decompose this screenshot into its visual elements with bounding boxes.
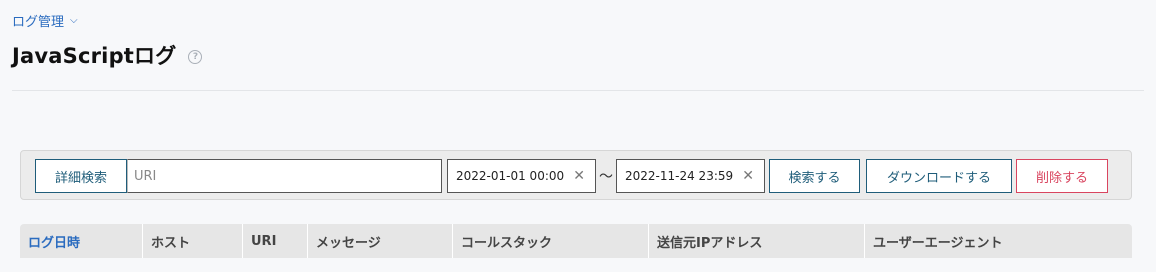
column-label: ユーザーエージェント — [873, 235, 1003, 251]
help-icon[interactable]: ? — [188, 50, 203, 64]
detail-search-button[interactable]: 詳細検索 — [35, 159, 127, 193]
table-header: ログ日時 ホスト URI メッセージ コールスタック 送信元IPアドレス ユーザ… — [20, 224, 1132, 258]
header-divider — [12, 90, 1144, 91]
range-separator: 〜 — [599, 169, 613, 185]
breadcrumb-label: ログ管理 — [12, 15, 65, 30]
date-from-field[interactable]: 2022-01-01 00:00 ✕ — [447, 159, 596, 193]
column-header-host[interactable]: ホスト — [143, 224, 243, 258]
uri-search-input[interactable] — [127, 159, 442, 193]
page-title: JavaScriptログ — [12, 44, 177, 68]
chevron-down-icon: ⌵ — [70, 15, 78, 26]
breadcrumb[interactable]: ログ管理 ⌵ — [12, 11, 78, 30]
column-header-uri[interactable]: URI — [243, 224, 308, 258]
search-panel: 詳細検索 2022-01-01 00:00 ✕ 〜 2022-11-24 23:… — [20, 150, 1132, 200]
column-label: 送信元IPアドレス — [657, 235, 763, 251]
column-label: ホスト — [151, 235, 191, 251]
column-header-source-ip[interactable]: 送信元IPアドレス — [649, 224, 865, 258]
search-button[interactable]: 検索する — [769, 159, 860, 193]
page-title-row: JavaScriptログ ? — [12, 40, 203, 70]
column-header-user-agent[interactable]: ユーザーエージェント — [865, 224, 1132, 258]
clear-icon[interactable]: ✕ — [573, 168, 585, 184]
column-label: メッセージ — [316, 235, 381, 251]
column-header-message[interactable]: メッセージ — [308, 224, 453, 258]
delete-button[interactable]: 削除する — [1016, 159, 1108, 193]
column-header-call-stack[interactable]: コールスタック — [453, 224, 649, 258]
clear-icon[interactable]: ✕ — [742, 168, 754, 184]
column-label: ログ日時 — [28, 235, 81, 251]
column-label: コールスタック — [461, 235, 553, 251]
date-to-value: 2022-11-24 23:59 — [625, 169, 734, 183]
column-label: URI — [251, 233, 277, 249]
date-to-field[interactable]: 2022-11-24 23:59 ✕ — [616, 159, 765, 193]
column-header-log-datetime[interactable]: ログ日時 — [20, 224, 143, 258]
date-from-value: 2022-01-01 00:00 — [456, 169, 565, 183]
download-button[interactable]: ダウンロードする — [866, 159, 1012, 193]
